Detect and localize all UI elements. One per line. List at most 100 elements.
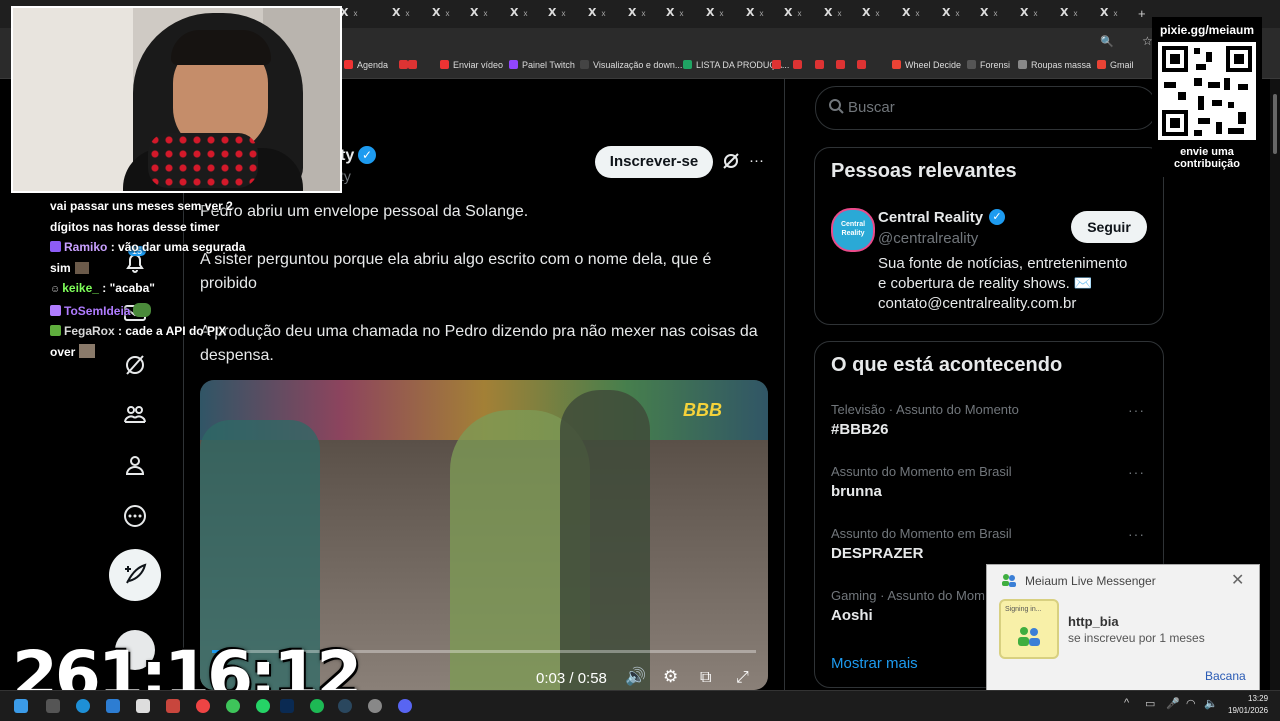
post-more-icon[interactable]: ··· <box>749 152 764 169</box>
wifi-icon[interactable]: ◠ <box>1186 697 1196 710</box>
trend-more-icon[interactable]: ··· <box>1128 402 1145 418</box>
bookmark-item[interactable]: Painel Twitch <box>509 60 575 70</box>
browser-tab[interactable]: Xx <box>432 6 466 22</box>
browser-tab[interactable]: Xx <box>942 6 976 22</box>
taskbar-app-icon[interactable] <box>106 699 120 713</box>
browser-tab[interactable]: Xx <box>588 6 622 22</box>
follow-button[interactable]: Seguir <box>1071 211 1147 243</box>
tray-chevron-icon[interactable]: ^ <box>1124 697 1129 709</box>
tab-close-icon[interactable]: x <box>993 9 997 18</box>
taskbar-app-icon[interactable] <box>226 699 240 713</box>
close-icon[interactable]: ✕ <box>1231 570 1244 589</box>
fullscreen-icon[interactable]: ⤢ <box>736 667 749 687</box>
tab-close-icon[interactable]: x <box>1033 9 1037 18</box>
browser-tab[interactable]: Xx <box>392 6 426 22</box>
browser-tab[interactable]: Xx <box>510 6 544 22</box>
taskbar-app-icon[interactable] <box>136 699 150 713</box>
tab-close-icon[interactable]: x <box>1073 9 1077 18</box>
tab-close-icon[interactable]: x <box>679 9 683 18</box>
browser-tab[interactable]: Xx <box>1020 6 1054 22</box>
browser-tab[interactable]: Xx <box>706 6 740 22</box>
bookmark-icon[interactable] <box>793 60 806 70</box>
browser-tab[interactable]: Xx <box>824 6 858 22</box>
bookmark-item[interactable]: Forensi <box>967 60 1010 70</box>
photoshop-icon[interactable] <box>280 699 294 713</box>
tab-close-icon[interactable]: x <box>445 9 449 18</box>
more-icon[interactable] <box>122 503 148 529</box>
browser-tab[interactable]: Xx <box>548 6 582 22</box>
show-more-link[interactable]: Mostrar mais <box>831 655 918 672</box>
volume-icon[interactable]: 🔊 <box>625 667 646 687</box>
bookmark-item[interactable]: Agenda <box>344 60 388 70</box>
tab-close-icon[interactable]: x <box>353 9 357 18</box>
tab-close-icon[interactable]: x <box>875 9 879 18</box>
chat-line: dígitos nas horas desse timer <box>50 219 220 234</box>
communities-icon[interactable] <box>122 402 148 428</box>
settings-icon[interactable]: ⚙ <box>663 667 678 687</box>
tab-close-icon[interactable]: x <box>915 9 919 18</box>
browser-tab[interactable]: Xx <box>1060 6 1094 22</box>
tab-close-icon[interactable]: x <box>719 9 723 18</box>
clock-time[interactable]: 13:29 <box>1248 694 1268 703</box>
tab-close-icon[interactable]: x <box>955 9 959 18</box>
taskbar-app-icon[interactable] <box>166 699 180 713</box>
tab-close-icon[interactable]: x <box>405 9 409 18</box>
zoom-icon[interactable]: 🔍 <box>1100 35 1114 48</box>
browser-tab[interactable]: Xx <box>628 6 662 22</box>
browser-tab[interactable]: Xx <box>340 6 374 22</box>
taskbar-app-icon[interactable] <box>368 699 382 713</box>
edge-icon[interactable] <box>76 699 90 713</box>
bookmark-icon[interactable] <box>408 60 421 70</box>
scrollbar[interactable] <box>1270 79 1280 690</box>
browser-tab[interactable]: Xx <box>980 6 1014 22</box>
subscribe-button[interactable]: Inscrever-se <box>595 146 713 178</box>
bookmark-icon[interactable] <box>772 60 785 70</box>
browser-tab[interactable]: Xx <box>784 6 818 22</box>
bookmark-icon[interactable] <box>857 60 870 70</box>
tab-close-icon[interactable]: x <box>759 9 763 18</box>
spotify-icon[interactable] <box>310 699 324 713</box>
bookmark-item[interactable]: Wheel Decide <box>892 60 961 70</box>
browser-tab[interactable]: Xx <box>746 6 780 22</box>
browser-tab[interactable]: Xx <box>862 6 896 22</box>
search-box[interactable]: Buscar <box>815 86 1157 130</box>
whatsapp-icon[interactable] <box>256 699 270 713</box>
tab-close-icon[interactable]: x <box>601 9 605 18</box>
steam-icon[interactable] <box>338 699 352 713</box>
profile-icon[interactable] <box>122 452 148 478</box>
taskbar-app-icon[interactable] <box>46 699 60 713</box>
tab-close-icon[interactable]: x <box>797 9 801 18</box>
bookmark-icon[interactable] <box>815 60 828 70</box>
bookmark-item[interactable]: Gmail <box>1097 60 1134 70</box>
messenger-action-link[interactable]: Bacana <box>1205 669 1246 683</box>
windows-start-icon[interactable] <box>14 699 28 713</box>
mic-icon[interactable]: 🎤 <box>1166 697 1180 710</box>
relevant-name[interactable]: Central Reality <box>878 209 983 226</box>
browser-tab[interactable]: Xx <box>1100 6 1134 22</box>
central-reality-avatar[interactable]: Central Reality <box>831 208 875 252</box>
compose-post-button[interactable] <box>109 549 161 601</box>
browser-tab[interactable]: Xx <box>470 6 504 22</box>
bookmark-item[interactable]: Enviar vídeo <box>440 60 503 70</box>
tab-close-icon[interactable]: x <box>837 9 841 18</box>
trend-more-icon[interactable]: ··· <box>1128 464 1145 480</box>
bookmark-item[interactable]: Visualização e down... <box>580 60 682 70</box>
tab-close-icon[interactable]: x <box>523 9 527 18</box>
bookmark-icon[interactable] <box>836 60 849 70</box>
discord-icon[interactable] <box>398 699 412 713</box>
tab-close-icon[interactable]: x <box>1113 9 1117 18</box>
tab-close-icon[interactable]: x <box>483 9 487 18</box>
browser-tab[interactable]: Xx <box>666 6 700 22</box>
browser-tab[interactable]: Xx <box>902 6 936 22</box>
tab-close-icon[interactable]: x <box>641 9 645 18</box>
messenger-notification[interactable]: Meiaum Live Messenger ✕ Signing in... ht… <box>986 564 1260 696</box>
volume-tray-icon[interactable]: 🔈 <box>1204 697 1218 710</box>
tab-close-icon[interactable]: x <box>561 9 565 18</box>
network-icon[interactable]: ▭ <box>1145 697 1155 710</box>
pip-icon[interactable]: ⧉ <box>700 667 711 687</box>
trend-more-icon[interactable]: ··· <box>1128 526 1145 542</box>
grok-post-icon[interactable] <box>722 152 740 170</box>
bookmark-item[interactable]: Roupas massa <box>1018 60 1091 70</box>
clock-date[interactable]: 19/01/2026 <box>1228 706 1268 715</box>
chrome-icon[interactable] <box>196 699 210 713</box>
